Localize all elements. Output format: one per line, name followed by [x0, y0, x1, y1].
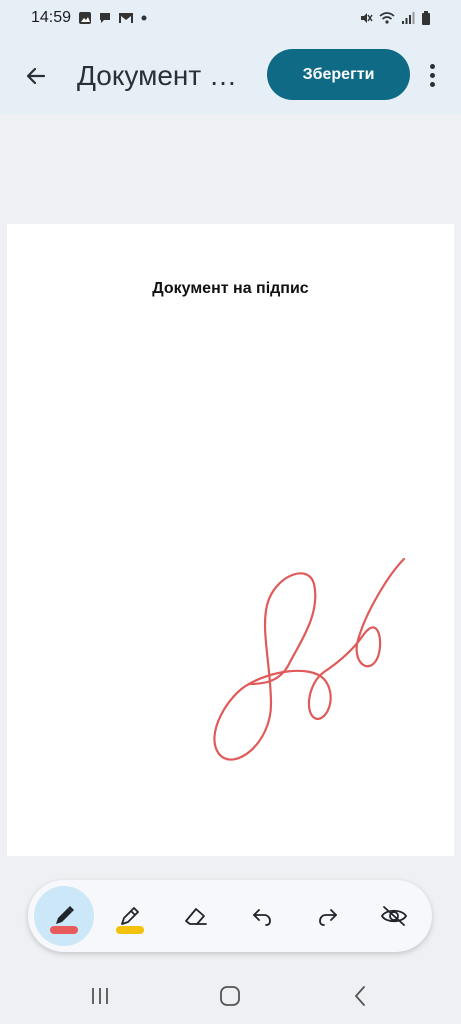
save-button[interactable]: Зберегти — [267, 49, 410, 100]
more-vert-icon — [429, 63, 435, 69]
gmail-icon — [119, 13, 133, 23]
arrow-left-icon — [26, 67, 46, 85]
recent-apps-button[interactable] — [80, 982, 120, 1010]
hide-annotations-button[interactable] — [364, 886, 424, 946]
drawing-toolbar — [28, 880, 432, 952]
eye-off-icon — [380, 906, 408, 926]
system-nav-bar — [0, 968, 461, 1024]
status-time: 14:59 — [31, 9, 72, 26]
recent-apps-icon — [92, 988, 108, 1004]
signature-drawing — [213, 557, 406, 761]
status-icons-left — [78, 11, 148, 25]
pen-color-swatch — [50, 926, 78, 934]
canvas-area[interactable]: Документ на підпис — [0, 114, 461, 876]
signal-icon — [402, 12, 415, 24]
highlighter-tool-button[interactable] — [100, 886, 160, 946]
eraser-icon — [185, 908, 207, 925]
status-icons-right — [359, 11, 431, 25]
document-heading: Документ на підпис — [152, 280, 309, 297]
document-page[interactable]: Документ на підпис — [7, 224, 454, 856]
chat-icon — [100, 13, 110, 23]
status-bar: 14:59 — [0, 0, 461, 40]
mute-icon — [361, 13, 373, 23]
signature-stroke — [213, 557, 406, 761]
document-title: Документ на підпис — [77, 60, 252, 91]
back-button[interactable] — [18, 58, 54, 94]
chevron-left-icon — [354, 986, 365, 1006]
more-options-button[interactable] — [420, 60, 444, 90]
app-bar: Документ на підпис Зберегти — [0, 40, 461, 114]
redo-icon — [319, 909, 337, 926]
highlighter-color-swatch — [116, 926, 144, 934]
wifi-icon — [379, 12, 395, 24]
home-button[interactable] — [210, 982, 250, 1010]
battery-icon — [422, 11, 430, 25]
eraser-tool-button[interactable] — [166, 886, 226, 946]
gallery-icon — [79, 12, 91, 24]
back-nav-button[interactable] — [340, 982, 380, 1010]
undo-icon — [253, 909, 271, 926]
home-icon — [220, 986, 240, 1006]
pen-tool-button[interactable] — [34, 886, 94, 946]
redo-button[interactable] — [298, 886, 358, 946]
undo-button[interactable] — [232, 886, 292, 946]
dot-icon — [141, 15, 147, 21]
